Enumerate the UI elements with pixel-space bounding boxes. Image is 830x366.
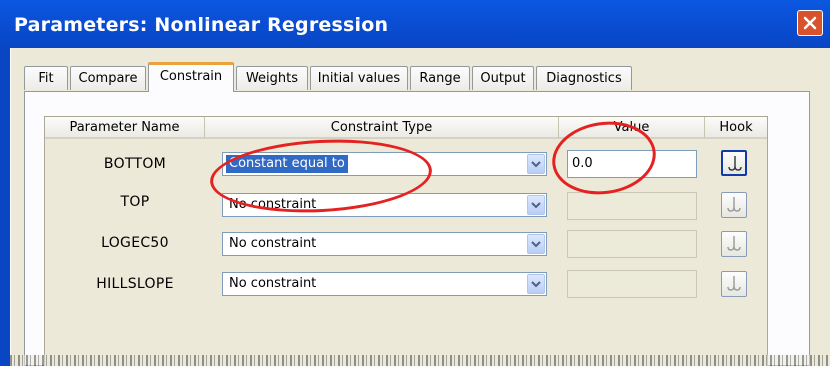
close-icon xyxy=(803,16,817,30)
hook-button-top[interactable] xyxy=(721,192,747,218)
header-constraint-type[interactable]: Constraint Type xyxy=(205,117,559,139)
window-frame-left xyxy=(0,48,10,366)
tab-label: Fit xyxy=(38,71,54,86)
window-title: Parameters: Nonlinear Regression xyxy=(14,14,389,36)
row-label-bottom: BOTTOM xyxy=(103,156,167,172)
value-input-top xyxy=(567,192,697,220)
value-input-logec50 xyxy=(567,230,697,258)
tab-label: Initial values xyxy=(317,71,401,86)
hook-button-bottom[interactable] xyxy=(721,150,747,176)
row-label-top: TOP xyxy=(120,194,150,210)
value-input-hillslope xyxy=(567,270,697,298)
chevron-down-icon xyxy=(531,281,541,288)
dropdown-button[interactable] xyxy=(527,274,545,294)
tab-label: Range xyxy=(419,71,461,86)
title-bar[interactable]: Parameters: Nonlinear Regression xyxy=(0,0,830,48)
tab-weights[interactable]: Weights xyxy=(236,66,308,90)
hook-icon xyxy=(727,197,741,212)
tab-diagnostics[interactable]: Diagnostics xyxy=(536,66,632,90)
dropdown-button[interactable] xyxy=(527,195,545,215)
tab-label: Constrain xyxy=(159,69,223,84)
header-parameter-name[interactable]: Parameter Name xyxy=(45,117,205,139)
dropdown-button[interactable] xyxy=(527,154,545,174)
close-button[interactable] xyxy=(797,10,823,36)
constraint-select-value: No constraint xyxy=(229,236,317,251)
tab-compare[interactable]: Compare xyxy=(70,66,146,90)
hook-icon xyxy=(728,156,742,171)
tab-label: Diagnostics xyxy=(546,71,622,86)
tab-constrain[interactable]: Constrain xyxy=(148,62,234,92)
tab-range[interactable]: Range xyxy=(410,66,470,90)
tab-label: Weights xyxy=(245,71,299,86)
cutoff-text-strip xyxy=(10,355,830,366)
constraint-select-logec50[interactable]: No constraint xyxy=(222,232,547,256)
tab-output[interactable]: Output xyxy=(472,66,534,90)
chevron-down-icon xyxy=(531,202,541,209)
tab-label: Output xyxy=(480,71,526,86)
tab-fit[interactable]: Fit xyxy=(24,66,68,90)
row-label-logec50: LOGEC50 xyxy=(101,235,169,251)
tab-label: Compare xyxy=(78,71,138,86)
row-label-hillslope: HILLSLOPE xyxy=(96,276,174,292)
constraint-select-hillslope[interactable]: No constraint xyxy=(222,272,547,296)
hook-button-hillslope[interactable] xyxy=(721,271,747,297)
hook-button-logec50[interactable] xyxy=(721,231,747,257)
chevron-down-icon xyxy=(531,241,541,248)
hook-icon xyxy=(727,276,741,291)
tab-initial-values[interactable]: Initial values xyxy=(310,66,408,90)
dropdown-button[interactable] xyxy=(527,234,545,254)
constraint-select-value: No constraint xyxy=(229,276,317,291)
hook-icon xyxy=(727,236,741,251)
chevron-down-icon xyxy=(531,161,541,168)
header-hook[interactable]: Hook xyxy=(705,117,767,139)
